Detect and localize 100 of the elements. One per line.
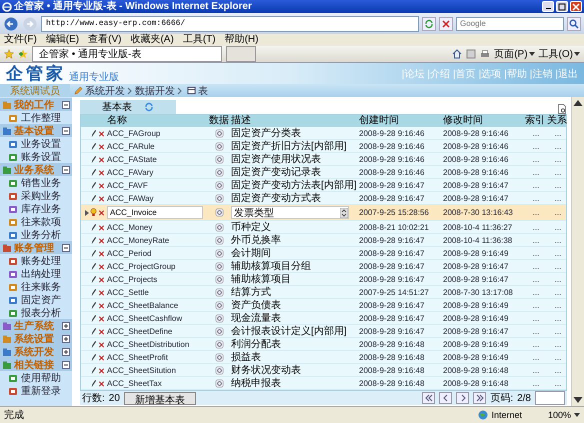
table-row[interactable]: ACC_SheetProfit 损益表 2008-9-28 9:16:48 2008-9-28 9:16:49 ... ...: [81, 351, 566, 364]
add-favorite-icon[interactable]: [18, 49, 28, 59]
data-view-icon[interactable]: [214, 288, 224, 296]
description-input[interactable]: 发票类型: [231, 206, 349, 219]
feed-icon[interactable]: [466, 49, 476, 59]
sidebar-item[interactable]: 库存业务: [0, 202, 72, 215]
first-page-button[interactable]: [422, 392, 436, 404]
search-icon[interactable]: [567, 16, 581, 30]
collapse-toggle-icon[interactable]: [62, 126, 70, 134]
table-row[interactable]: ACC_FAWay 固定资产变动方式表 2008-9-28 9:16:47 2008-9-28 9:16:47 ... ...: [81, 192, 566, 205]
lightbulb-icon[interactable]: [90, 208, 97, 217]
relation-link[interactable]: ...: [554, 314, 562, 322]
delete-icon[interactable]: [98, 208, 105, 217]
table-row[interactable]: ACC_SheetBalance 资产负债表 2008-9-28 9:16:47 2008-9-28 9:16:49 ... ...: [81, 299, 566, 312]
table-row[interactable]: ACC_Period 会计期间 2008-9-28 9:16:47 2008-9-28 9:16:49 ... ...: [81, 247, 566, 260]
refresh-icon[interactable]: [144, 102, 154, 112]
index-link[interactable]: ...: [532, 274, 540, 284]
breadcrumb-item[interactable]: 数据开发: [135, 84, 175, 98]
table-row[interactable]: ACC_Money 币种定义 2008-8-21 10:02:21 2008-10-4 11:36:27 ... ...: [81, 221, 566, 234]
data-view-icon[interactable]: [214, 236, 224, 244]
relation-link[interactable]: ...: [554, 262, 562, 270]
index-link[interactable]: ...: [532, 326, 540, 336]
delete-icon[interactable]: [98, 352, 105, 362]
delete-icon[interactable]: [98, 222, 105, 232]
index-link[interactable]: ...: [532, 154, 540, 164]
table-row[interactable]: ACC_FAState 固定资产使用状况表 2008-9-28 9:16:46 2008-9-28 9:16:46 ... ...: [81, 153, 566, 166]
index-link[interactable]: ...: [532, 142, 540, 150]
collapse-toggle-icon[interactable]: [62, 348, 70, 356]
table-row[interactable]: ACC_MoneyRate 外币兑换率 2008-9-28 9:16:47 2008-10-4 11:36:38 ... ...: [81, 234, 566, 247]
menu-item[interactable]: 收藏夹(A): [130, 34, 174, 46]
data-view-icon[interactable]: [214, 208, 224, 217]
delete-icon[interactable]: [98, 236, 105, 244]
name-input[interactable]: ACC_Invoice: [107, 206, 203, 219]
data-view-icon[interactable]: [214, 340, 224, 348]
data-view-icon[interactable]: [214, 366, 224, 374]
data-view-icon[interactable]: [214, 222, 224, 232]
breadcrumb-item[interactable]: 表: [198, 84, 208, 98]
caret-icon[interactable]: [574, 413, 580, 417]
data-view-icon[interactable]: [214, 274, 224, 284]
index-link[interactable]: ...: [532, 378, 540, 388]
data-view-icon[interactable]: [214, 314, 224, 322]
index-link[interactable]: ...: [532, 208, 540, 217]
collapse-toggle-icon[interactable]: [62, 166, 70, 174]
sidebar-item[interactable]: 采购业务: [0, 189, 72, 202]
delete-icon[interactable]: [98, 378, 105, 388]
relation-link[interactable]: ...: [554, 366, 562, 374]
sidebar-item[interactable]: 业务设置: [0, 137, 72, 150]
index-link[interactable]: ...: [532, 314, 540, 322]
menu-item[interactable]: 编辑(E): [46, 34, 80, 46]
data-view-icon[interactable]: [214, 352, 224, 362]
page-menu[interactable]: 页面(P): [494, 47, 528, 61]
relation-link[interactable]: ...: [554, 154, 562, 164]
refresh-icon[interactable]: [422, 16, 436, 30]
index-link[interactable]: ...: [532, 180, 540, 190]
tools-menu[interactable]: 工具(O): [538, 47, 573, 61]
delete-icon[interactable]: [98, 154, 105, 164]
stop-icon[interactable]: [439, 16, 453, 30]
caret-icon[interactable]: [528, 52, 535, 56]
collapse-toggle-icon[interactable]: [62, 244, 70, 252]
relation-link[interactable]: ...: [554, 168, 562, 176]
sidebar-item[interactable]: 使用帮助: [0, 371, 72, 384]
table-row[interactable]: ACC_FAGroup 固定资产分类表 2008-9-28 9:16:46 2008-9-28 9:16:46 ... ...: [81, 127, 566, 140]
data-view-icon[interactable]: [214, 180, 224, 190]
zoom-menu[interactable]: 100%: [548, 410, 571, 420]
table-row[interactable]: ACC_Projects 辅助核算项目 2008-9-28 9:16:47 2008-9-28 9:16:47 ... ...: [81, 273, 566, 286]
delete-icon[interactable]: [98, 300, 105, 310]
index-link[interactable]: ...: [532, 248, 540, 258]
menu-item[interactable]: 查看(V): [88, 34, 122, 46]
sidebar-item[interactable]: 账务设置: [0, 150, 72, 163]
preview-icon[interactable]: [557, 104, 567, 114]
table-row[interactable]: ACC_SheetSitution 财务状况变动表 2008-9-28 9:16:48 2008-9-28 9:16:48 ... ...: [81, 364, 566, 377]
star-icon[interactable]: [4, 49, 14, 59]
printer-icon[interactable]: [480, 49, 490, 59]
relation-link[interactable]: ...: [554, 274, 562, 284]
menu-item[interactable]: 工具(T): [182, 34, 216, 46]
relation-link[interactable]: ...: [554, 222, 562, 232]
close-button[interactable]: [570, 1, 582, 12]
relation-link[interactable]: ...: [554, 194, 562, 202]
delete-icon[interactable]: [98, 288, 105, 296]
sidebar-item[interactable]: 固定资产: [0, 293, 72, 306]
delete-icon[interactable]: [98, 274, 105, 284]
add-table-button[interactable]: 新增基本表: [124, 392, 196, 404]
delete-icon[interactable]: [98, 142, 105, 150]
collapse-toggle-icon[interactable]: [62, 100, 70, 108]
search-field[interactable]: Google: [456, 16, 564, 30]
sidebar-item[interactable]: 往来账务: [0, 280, 72, 293]
table-row[interactable]: ACC_Invoice 发票类型 2007-9-25 15:28:56 2008-7-30 13:16:43 ... ...: [81, 205, 566, 221]
index-link[interactable]: ...: [532, 366, 540, 374]
next-page-button[interactable]: [456, 392, 470, 404]
data-view-icon[interactable]: [214, 142, 224, 150]
page-input[interactable]: [535, 391, 565, 405]
breadcrumb-item[interactable]: 系统开发: [85, 84, 125, 98]
delete-icon[interactable]: [98, 340, 105, 348]
data-view-icon[interactable]: [214, 300, 224, 310]
data-view-icon[interactable]: [214, 194, 224, 202]
delete-icon[interactable]: [98, 248, 105, 258]
sidebar-item[interactable]: 报表分析: [0, 306, 72, 319]
data-view-icon[interactable]: [214, 248, 224, 258]
index-link[interactable]: ...: [532, 340, 540, 348]
delete-icon[interactable]: [98, 366, 105, 374]
